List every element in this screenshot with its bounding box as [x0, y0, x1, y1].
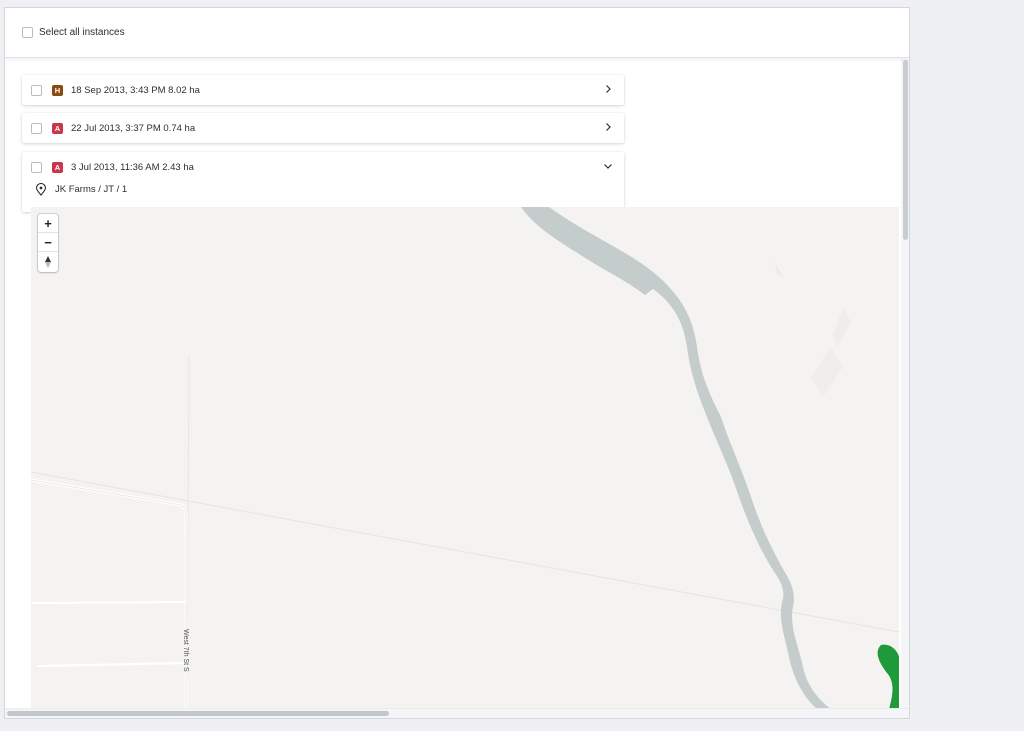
- field-boundary[interactable]: [877, 644, 899, 709]
- map-road: [36, 661, 187, 668]
- chevron-right-icon[interactable]: [602, 83, 614, 95]
- location-path: JK Farms / JT / 1: [55, 184, 128, 195]
- select-all-bar: Select all instances: [5, 8, 909, 58]
- instances-panel: Select all instances H 18 Sep 2013, 3:43…: [4, 7, 910, 719]
- compass-icon: [45, 255, 51, 268]
- instance-card-expanded[interactable]: A 3 Jul 2013, 11:36 AM 2.43 ha JK Farms …: [22, 152, 624, 212]
- chevron-down-icon[interactable]: [602, 160, 614, 172]
- compass-button[interactable]: [38, 252, 58, 271]
- road-label: West 7th St S: [182, 629, 189, 672]
- map-canvas[interactable]: West 7th St S: [31, 207, 899, 709]
- instance-label: 18 Sep 2013, 3:43 PM 8.02 ha: [71, 84, 200, 96]
- location-pin-icon: [35, 183, 47, 196]
- chevron-right-icon[interactable]: [602, 121, 614, 133]
- map-feature: [775, 262, 783, 277]
- map-river: [521, 207, 831, 709]
- instance-checkbox[interactable]: [31, 84, 42, 96]
- zoom-out-button[interactable]: −: [38, 233, 58, 252]
- map-zoom-control: + −: [38, 214, 58, 272]
- zoom-in-button[interactable]: +: [38, 214, 58, 233]
- instance-label: 22 Jul 2013, 3:37 PM 0.74 ha: [71, 122, 196, 134]
- instance-card[interactable]: A 22 Jul 2013, 3:37 PM 0.74 ha: [22, 113, 624, 143]
- vertical-scrollbar-thumb[interactable]: [903, 60, 908, 240]
- instance-card[interactable]: H 18 Sep 2013, 3:43 PM 8.02 ha: [22, 75, 624, 105]
- instance-checkbox[interactable]: [31, 122, 42, 134]
- instance-type-badge: A: [52, 161, 63, 173]
- select-all-checkbox[interactable]: [22, 27, 33, 38]
- instance-label: 3 Jul 2013, 11:36 AM 2.43 ha: [71, 161, 194, 173]
- instance-type-badge: A: [52, 122, 63, 134]
- select-all-label: Select all instances: [39, 27, 125, 38]
- map-feature: [811, 347, 843, 397]
- map-road: [31, 601, 187, 604]
- instance-checkbox[interactable]: [31, 161, 42, 173]
- map-feature: [833, 307, 851, 347]
- map-road-edge: [31, 479, 187, 709]
- instance-list[interactable]: H 18 Sep 2013, 3:43 PM 8.02 ha A 22 Jul …: [5, 59, 901, 709]
- map-road: [31, 478, 188, 709]
- instance-card-header[interactable]: A 3 Jul 2013, 11:36 AM 2.43 ha: [22, 152, 624, 182]
- horizontal-scrollbar-thumb[interactable]: [7, 711, 389, 716]
- location-row: JK Farms / JT / 1: [35, 183, 127, 196]
- field-map[interactable]: West 7th St S + −: [31, 207, 899, 709]
- instance-type-badge: H: [52, 84, 63, 96]
